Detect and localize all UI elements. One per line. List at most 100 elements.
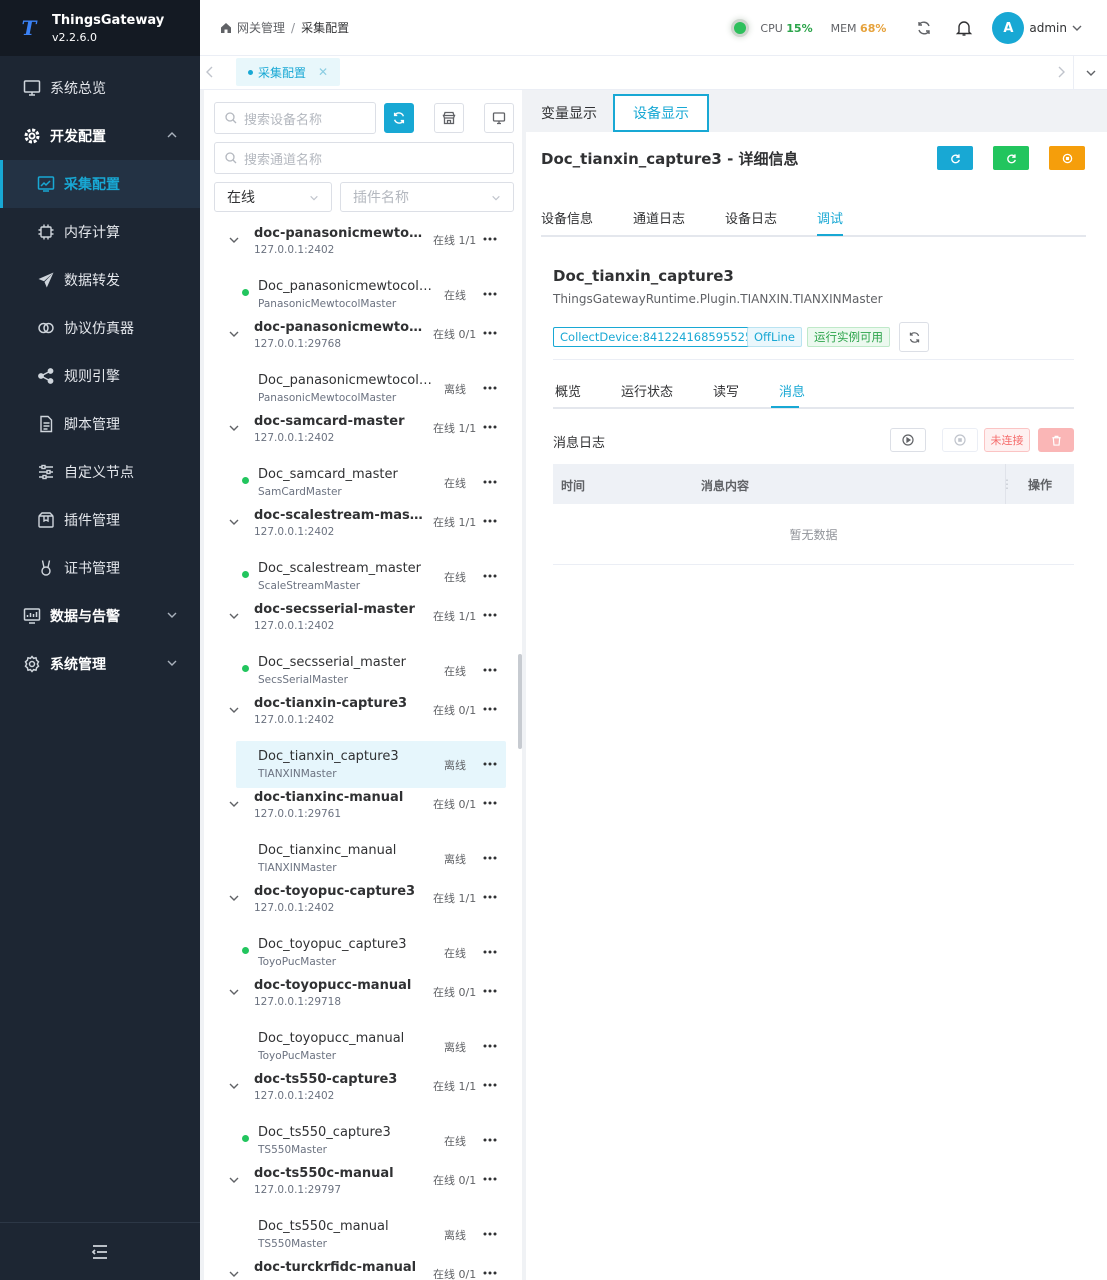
chevron-down-icon[interactable] — [228, 610, 240, 622]
tree-channel-row[interactable]: doc-panasonicmewtocolb-... 127.0.0.1:2976… — [204, 318, 516, 365]
tree-channel-row[interactable]: doc-scalestream-master 127.0.0.1:2402 在线 1… — [204, 506, 516, 553]
tree-scrollbar[interactable] — [518, 654, 522, 749]
pause-button[interactable] — [1049, 146, 1085, 170]
tab-messages[interactable]: 消息 — [779, 381, 805, 400]
chevron-left-icon[interactable] — [204, 65, 216, 79]
stop-button[interactable] — [942, 428, 978, 452]
notification-button[interactable] — [944, 0, 984, 56]
more-icon[interactable] — [483, 856, 497, 860]
reload-button[interactable] — [993, 146, 1029, 170]
tab-variable-view[interactable]: 变量显示 — [541, 94, 597, 132]
more-icon[interactable] — [483, 237, 497, 241]
more-icon[interactable] — [483, 762, 497, 766]
monitor-button[interactable] — [484, 103, 514, 133]
more-icon[interactable] — [483, 331, 497, 335]
sidebar-item-system-manage[interactable]: 系统管理 — [0, 640, 200, 688]
more-icon[interactable] — [483, 613, 497, 617]
tab-run-status[interactable]: 运行状态 — [621, 381, 673, 400]
shop-button[interactable] — [434, 103, 464, 133]
breadcrumb-item[interactable]: 网关管理 — [237, 19, 285, 36]
sidebar-item-data-alarm[interactable]: 数据与告警 — [0, 592, 200, 640]
tree-device-row[interactable]: Doc_ts550_capture3 TS550Master 在线 — [204, 1117, 516, 1164]
sidebar-item-dev-config[interactable]: 开发配置 — [0, 112, 200, 160]
tree-channel-row[interactable]: doc-ts550c-manual 127.0.0.1:29797 在线 0/1 — [204, 1164, 516, 1211]
chevron-down-icon[interactable] — [228, 798, 240, 810]
more-icon[interactable] — [483, 519, 497, 523]
more-icon[interactable] — [483, 895, 497, 899]
tab-device-view[interactable]: 设备显示 — [613, 94, 709, 132]
more-icon[interactable] — [483, 707, 497, 711]
more-icon[interactable] — [483, 801, 497, 805]
tab-device-info[interactable]: 设备信息 — [541, 208, 593, 227]
tree-channel-row[interactable]: doc-tianxinc-manual 127.0.0.1:29761 在线 0/1 — [204, 788, 516, 835]
restart-button[interactable] — [937, 146, 973, 170]
tab-collect-config[interactable]: 采集配置 ✕ — [236, 58, 340, 86]
username[interactable]: admin — [1029, 21, 1067, 35]
tree-channel-row[interactable]: doc-samcard-master 127.0.0.1:2402 在线 1/1 — [204, 412, 516, 459]
sidebar-item-plugin-manage[interactable]: 插件管理 — [0, 496, 200, 544]
tree-device-row[interactable]: Doc_panasonicmewtocol_cap... PanasonicMew… — [204, 271, 516, 318]
tree-device-row[interactable]: Doc_toyopucc_manual ToyoPucMaster 离线 — [204, 1023, 516, 1070]
more-icon[interactable] — [483, 425, 497, 429]
chevron-down-icon[interactable] — [228, 1174, 240, 1186]
chevron-down-icon[interactable] — [228, 1268, 240, 1280]
chevron-down-icon[interactable] — [228, 516, 240, 528]
chevron-down-icon[interactable] — [228, 892, 240, 904]
more-icon[interactable] — [483, 1271, 497, 1275]
more-icon[interactable] — [483, 1083, 497, 1087]
more-icon[interactable] — [483, 1232, 497, 1236]
tab-debug[interactable]: 调试 — [817, 208, 843, 227]
more-icon[interactable] — [483, 1138, 497, 1142]
tree-channel-row[interactable]: doc-turckrfidc-manual 在线 0/1 — [204, 1258, 516, 1280]
tree-channel-row[interactable]: doc-panasonicmewtocol-c... 127.0.0.1:2402… — [204, 224, 516, 271]
sidebar-item-custom-node[interactable]: 自定义节点 — [0, 448, 200, 496]
tree-device-row[interactable]: Doc_toyopuc_capture3 ToyoPucMaster 在线 — [204, 929, 516, 976]
more-icon[interactable] — [483, 574, 497, 578]
clear-log-button[interactable] — [1038, 428, 1074, 452]
tab-read-write[interactable]: 读写 — [713, 381, 739, 400]
tree-device-row[interactable]: Doc_ts550c_manual TS550Master 离线 — [204, 1211, 516, 1258]
refresh-button[interactable] — [904, 0, 944, 56]
sidebar-item-protocol-simulator[interactable]: 协议仿真器 — [0, 304, 200, 352]
chevron-down-icon[interactable] — [228, 1080, 240, 1092]
sidebar-item-script-manage[interactable]: 脚本管理 — [0, 400, 200, 448]
status-select[interactable]: 在线 — [214, 182, 332, 212]
close-icon[interactable]: ✕ — [318, 65, 328, 79]
tree-channel-row[interactable]: doc-toyopuc-capture3 127.0.0.1:2402 在线 1/1 — [204, 882, 516, 929]
sidebar-item-memory-compute[interactable]: 内存计算 — [0, 208, 200, 256]
more-icon[interactable] — [483, 950, 497, 954]
tab-overview[interactable]: 概览 — [555, 381, 581, 400]
sidebar-item-rule-engine[interactable]: 规则引擎 — [0, 352, 200, 400]
tree-device-row[interactable]: Doc_samcard_master SamCardMaster 在线 — [204, 459, 516, 506]
chevron-down-icon[interactable] — [228, 234, 240, 246]
tree-device-row[interactable]: Doc_tianxinc_manual TIANXINMaster 离线 — [204, 835, 516, 882]
search-channel-input[interactable]: 搜索通道名称 — [214, 142, 514, 174]
sidebar-item-data-forward[interactable]: 数据转发 — [0, 256, 200, 304]
more-icon[interactable] — [483, 989, 497, 993]
sidebar-item-cert-manage[interactable]: 证书管理 — [0, 544, 200, 592]
chevron-down-icon[interactable] — [228, 986, 240, 998]
collapse-sidebar-button[interactable] — [0, 1222, 200, 1280]
tree-channel-row[interactable]: doc-secsserial-master 127.0.0.1:2402 在线 1/… — [204, 600, 516, 647]
chevron-down-icon[interactable] — [228, 328, 240, 340]
refresh-tree-button[interactable] — [384, 103, 414, 133]
tree-channel-row[interactable]: doc-ts550-capture3 127.0.0.1:2402 在线 1/1 — [204, 1070, 516, 1117]
tab-channel-log[interactable]: 通道日志 — [633, 208, 685, 227]
chevron-down-icon[interactable] — [228, 704, 240, 716]
sidebar-item-collect-config[interactable]: 采集配置 — [0, 160, 200, 208]
chevron-right-icon[interactable] — [1055, 65, 1067, 79]
chevron-down-icon[interactable] — [1071, 22, 1083, 34]
tree-channel-row[interactable]: doc-toyopucc-manual 127.0.0.1:29718 在线 0/1 — [204, 976, 516, 1023]
more-icon[interactable] — [483, 292, 497, 296]
plugin-select[interactable]: 插件名称 — [340, 182, 514, 212]
more-icon[interactable] — [483, 1177, 497, 1181]
more-icon[interactable] — [483, 480, 497, 484]
more-icon[interactable] — [483, 668, 497, 672]
refresh-status-button[interactable] — [899, 322, 929, 352]
tab-device-log[interactable]: 设备日志 — [725, 208, 777, 227]
tree-device-row[interactable]: Doc_tianxin_capture3 TIANXINMaster 离线 — [236, 741, 506, 788]
tree-device-row[interactable]: Doc_secsserial_master SecsSerialMaster 在线 — [204, 647, 516, 694]
tab-menu-button[interactable] — [1073, 56, 1107, 90]
play-button[interactable] — [890, 428, 926, 452]
tree-device-row[interactable]: Doc_panasonicmewtocolb_m... PanasonicMewt… — [204, 365, 516, 412]
